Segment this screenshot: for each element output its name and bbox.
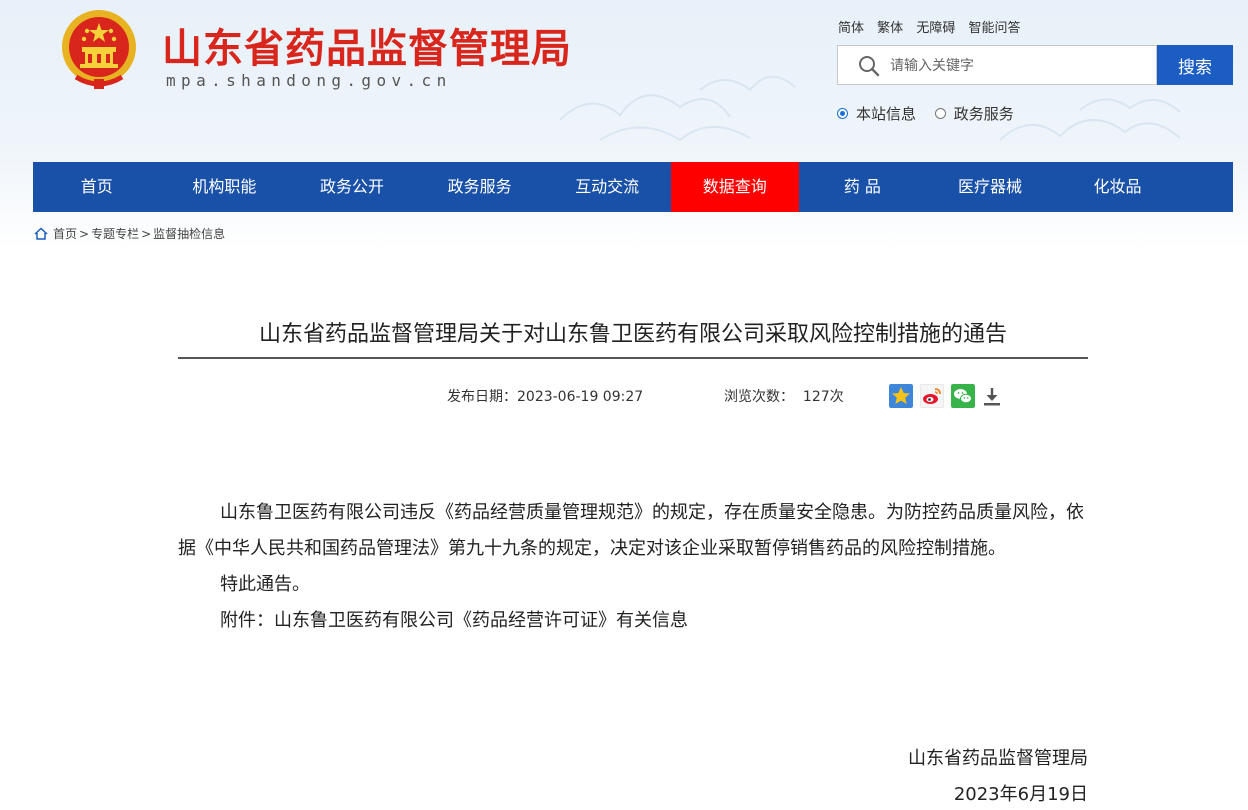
view-count: 浏览次数： 127次 — [724, 386, 844, 406]
views-value: 127次 — [802, 389, 844, 405]
national-emblem-logo — [62, 10, 136, 89]
scope-label: 政务服务 — [953, 105, 1014, 123]
breadcrumb-home[interactable]: 首页 — [53, 225, 77, 242]
nav-item-data-query[interactable]: 数据查询 — [670, 162, 799, 212]
search-icon — [859, 56, 880, 77]
publish-info: 发布日期：2023-06-19 09:27 — [447, 386, 643, 406]
publish-date: 2023-06-19 09:27 — [517, 389, 644, 405]
site-name: 山东省药品监督管理局 — [162, 26, 572, 72]
weibo-icon[interactable] — [920, 384, 944, 408]
main-nav: 首页 机构职能 政务公开 政务服务 互动交流 数据查询 药 品 医疗器械 化妆品 — [33, 162, 1233, 212]
top-links: 简体 繁体 无障碍 智能问答 — [838, 17, 1029, 36]
title-divider — [178, 357, 1088, 359]
search-input[interactable] — [888, 46, 1152, 86]
nav-item-cosmetics[interactable]: 化妆品 — [1054, 162, 1182, 212]
article-body: 山东鲁卫医药有限公司违反《药品经营质量管理规范》的规定，存在质量安全隐患。为防控… — [178, 495, 1088, 639]
scope-label: 本站信息 — [856, 105, 917, 123]
wechat-icon[interactable] — [951, 384, 975, 408]
radio-selected-icon — [837, 108, 848, 119]
link-accessibility[interactable]: 无障碍 — [916, 21, 955, 36]
attachment-link[interactable]: 附件：山东鲁卫医药有限公司《药品经营许可证》有关信息 — [178, 603, 1088, 639]
radio-unselected-icon — [934, 108, 946, 119]
article-paragraph: 特此通告。 — [220, 574, 310, 595]
breadcrumb-separator: > — [79, 226, 90, 241]
site-header: 山东省药品监督管理局 mpa.shandong.gov.cn 简体 繁体 无障碍… — [0, 0, 1248, 160]
publish-label: 发布日期： — [447, 389, 517, 405]
article-title: 山东省药品监督管理局关于对山东鲁卫医药有限公司采取风险控制措施的通告 — [258, 322, 1007, 347]
nav-item-interaction[interactable]: 互动交流 — [543, 162, 671, 212]
scope-radio-site[interactable]: 本站信息 — [837, 103, 916, 124]
home-icon — [34, 227, 48, 240]
breadcrumb-separator: > — [141, 226, 152, 241]
article-paragraph: 山东鲁卫医药有限公司违反《药品经营质量管理规范》的规定，存在质量安全隐患。为防控… — [178, 502, 1084, 559]
breadcrumb-inspection-info[interactable]: 监督抽检信息 — [153, 225, 225, 242]
search-bar: 搜索 — [837, 45, 1233, 86]
nav-item-home[interactable]: 首页 — [33, 162, 161, 212]
signature-date: 2023年6月19日 — [953, 784, 1088, 805]
views-label: 浏览次数： — [724, 389, 794, 405]
download-icon[interactable] — [980, 384, 1004, 408]
favorite-star-icon[interactable] — [889, 384, 913, 408]
site-domain: mpa.shandong.gov.cn — [166, 71, 452, 90]
link-simplified[interactable]: 简体 — [838, 21, 864, 36]
search-box — [837, 45, 1157, 86]
nav-item-organization[interactable]: 机构职能 — [161, 162, 289, 212]
nav-item-medical-devices[interactable]: 医疗器械 — [926, 162, 1054, 212]
breadcrumb-special-topics[interactable]: 专题专栏 — [91, 225, 139, 242]
search-button[interactable]: 搜索 — [1157, 45, 1233, 85]
nav-item-government-affairs[interactable]: 政务公开 — [288, 162, 416, 212]
link-traditional[interactable]: 繁体 — [877, 21, 903, 36]
signature-authority: 山东省药品监督管理局 — [908, 748, 1088, 769]
breadcrumb: 首页 > 专题专栏 > 监督抽检信息 — [34, 225, 225, 242]
search-scope: 本站信息 政务服务 — [837, 103, 1028, 124]
scope-radio-services[interactable]: 政务服务 — [934, 103, 1014, 124]
nav-item-drugs[interactable]: 药 品 — [799, 162, 927, 212]
nav-item-government-services[interactable]: 政务服务 — [416, 162, 544, 212]
link-smart-qa[interactable]: 智能问答 — [968, 21, 1020, 36]
